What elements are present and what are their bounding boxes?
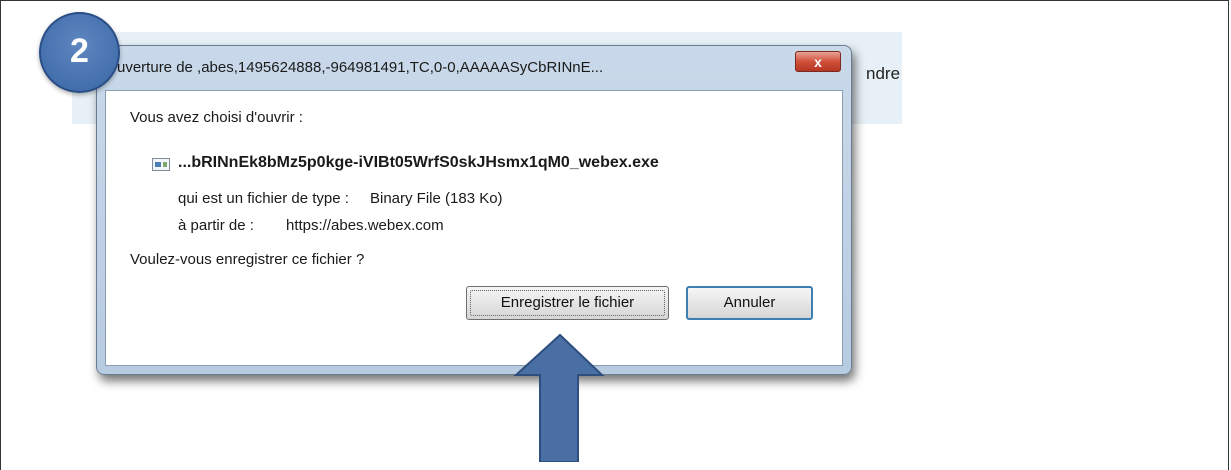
cancel-button[interactable]: Annuler	[686, 286, 813, 320]
up-arrow-icon	[510, 331, 610, 463]
save-question: Voulez-vous enregistrer ce fichier ?	[130, 251, 365, 268]
download-dialog: uverture de ,abes,1495624888,-964981491,…	[96, 45, 852, 375]
close-button[interactable]: x	[795, 51, 841, 72]
dialog-title: uverture de ,abes,1495624888,-964981491,…	[117, 59, 604, 76]
source-value: https://abes.webex.com	[286, 217, 444, 234]
file-type-label: qui est un fichier de type :	[178, 190, 349, 207]
source-label: à partir de :	[178, 217, 254, 234]
dialog-titlebar[interactable]: uverture de ,abes,1495624888,-964981491,…	[97, 46, 851, 90]
close-icon: x	[814, 54, 822, 70]
background-partial-text: ndre	[866, 64, 901, 83]
step-number-badge: 2	[39, 12, 120, 93]
save-file-button[interactable]: Enregistrer le fichier	[466, 286, 669, 320]
file-type-value: Binary File (183 Ko)	[370, 190, 503, 207]
intro-label: Vous avez choisi d'ouvrir :	[130, 109, 303, 126]
file-name: ...bRINnEk8bMz5p0kge-iVIBt05WrfS0skJHsmx…	[178, 154, 659, 171]
dialog-content: Vous avez choisi d'ouvrir : ...bRINnEk8b…	[105, 90, 843, 366]
executable-file-icon	[152, 158, 170, 171]
